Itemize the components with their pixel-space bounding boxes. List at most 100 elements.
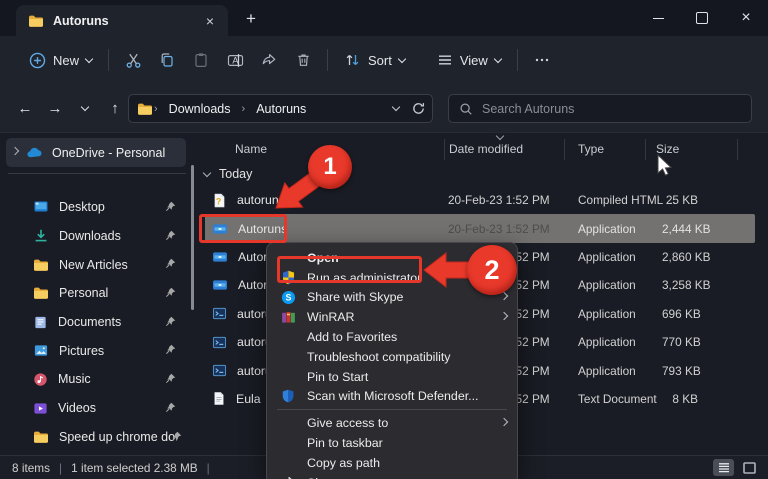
copy-button[interactable] [150,43,184,77]
tab-autoruns[interactable]: Autoruns × [16,5,228,36]
more-options-button[interactable] [525,43,559,77]
new-button[interactable]: New [20,43,101,77]
close-icon[interactable]: × [724,0,768,36]
annotation-box-run-as-admin [277,256,422,283]
column-header-type[interactable]: Type [578,142,604,156]
sidebar-scrollbar[interactable] [191,165,194,310]
toolbar-divider [327,49,329,71]
file-row-autoruns-chm[interactable]: ? autoruns 20-Feb-23 1:52 PM Compiled HTM… [205,186,755,214]
up-arrow-icon[interactable]: ↑ [100,93,130,123]
breadcrumb[interactable]: › Downloads › Autoruns [128,94,433,123]
chevron-down-icon [397,54,407,63]
menu-item-pin-to-start[interactable]: Pin to Start [267,367,517,387]
menu-item-add-to-favorites[interactable]: Add to Favorites [267,327,517,347]
chevron-right-icon[interactable] [10,146,20,156]
titlebar: Autoruns × + × [0,0,768,36]
delete-button[interactable] [286,43,320,77]
pin-icon [166,259,176,269]
menu-divider [277,409,507,411]
videos-icon [34,403,47,414]
view-button[interactable]: View [428,43,510,77]
sidebar-item-label: Videos [58,401,96,416]
console-file-icon [212,364,227,377]
large-icons-view-icon[interactable] [739,459,760,476]
search-input[interactable] [482,101,732,116]
sidebar-item-downloads[interactable]: Downloads [0,222,190,251]
cut-button[interactable] [116,43,150,77]
refresh-icon[interactable] [411,101,426,116]
file-name: autoruns [237,193,285,208]
sidebar-item-label: Documents [58,315,122,330]
folder-icon [34,259,48,271]
rename-button[interactable]: A [218,43,252,77]
column-divider[interactable] [737,139,738,160]
file-type: Text Document [578,391,657,406]
menu-item-pin-to-taskbar[interactable]: Pin to taskbar [267,433,517,453]
sidebar-item-new-articles[interactable]: New Articles [0,250,190,279]
share-button[interactable] [252,43,286,77]
paste-button[interactable] [184,43,218,77]
sidebar-item-label: OneDrive - Personal [52,145,166,160]
svg-text:A: A [232,55,238,65]
sort-button[interactable]: Sort [335,43,414,77]
file-size: 793 KB [662,363,701,378]
pictures-icon [34,345,48,356]
column-divider[interactable] [645,139,646,160]
column-divider[interactable] [564,139,565,160]
folder-icon [138,103,152,115]
sort-button-label: Sort [368,52,392,68]
toolbar-divider [108,49,110,71]
winrar-icon [282,311,295,323]
new-tab-button[interactable]: + [238,7,264,31]
group-header-today[interactable]: Today [202,167,252,181]
column-header-size[interactable]: Size [656,142,679,156]
breadcrumb-autoruns[interactable]: Autoruns [250,100,312,118]
column-header-name[interactable]: Name [235,142,267,156]
history-chevron-icon[interactable] [70,93,100,123]
back-arrow-icon[interactable]: ← [10,93,40,123]
details-view-icon[interactable] [713,459,734,476]
sidebar-item-label: Pictures [59,343,105,358]
cut-icon [126,53,140,68]
view-lines-icon [438,55,451,65]
search-box[interactable] [448,94,752,123]
sidebar-item-videos[interactable]: Videos [0,394,190,423]
console-file-icon [212,336,227,348]
app-file-icon [213,252,227,262]
breadcrumb-downloads[interactable]: Downloads [163,100,237,118]
menu-item-troubleshoot-compatibility[interactable]: Troubleshoot compatibility [267,347,517,367]
menu-item-scan-with-defender[interactable]: Scan with Microsoft Defender... [267,387,517,407]
column-divider[interactable] [444,139,445,160]
sidebar-item-desktop[interactable]: Desktop [0,193,190,222]
menu-item-give-access-to[interactable]: Give access to [267,413,517,433]
folder-icon [29,15,43,27]
menu-item-copy-as-path[interactable]: Copy as path [267,453,517,473]
paste-icon [195,53,207,68]
sidebar-item-speed-up-chrome[interactable]: Speed up chrome down [0,423,190,452]
sidebar-item-pictures[interactable]: Pictures [0,336,190,365]
menu-item-share[interactable]: Share [267,473,517,479]
file-row-autoruns-exe-selected[interactable]: Autoruns 20-Feb-23 1:52 PM Application 2… [205,214,755,243]
maximize-icon[interactable] [680,0,724,36]
address-row: ← → ↑ › Downloads › Autoruns [0,84,768,133]
sidebar-item-personal[interactable]: Personal [0,279,190,308]
folder-icon [34,431,48,443]
sidebar-item-music[interactable]: Music [0,365,190,394]
documents-icon [35,316,46,328]
tab-close-icon[interactable]: × [200,11,220,31]
selection-info: 1 item selected 2.38 MB [71,460,198,475]
minimize-icon[interactable] [636,0,680,36]
pin-icon [166,373,176,384]
address-dropdown-icon[interactable] [391,102,401,112]
sidebar-item-onedrive[interactable]: OneDrive - Personal [6,138,186,167]
plus-circle-icon [29,52,46,68]
pin-icon [166,402,176,412]
forward-arrow-icon[interactable]: → [40,93,70,123]
file-name: Eula [236,391,261,406]
search-icon [460,102,472,115]
caption-buttons: × [636,0,768,36]
sidebar-item-documents[interactable]: Documents [0,308,190,337]
column-header-date[interactable]: Date modified [449,142,523,156]
file-date: 20-Feb-23 1:52 PM [448,193,550,208]
tab-label: Autoruns [53,13,109,28]
